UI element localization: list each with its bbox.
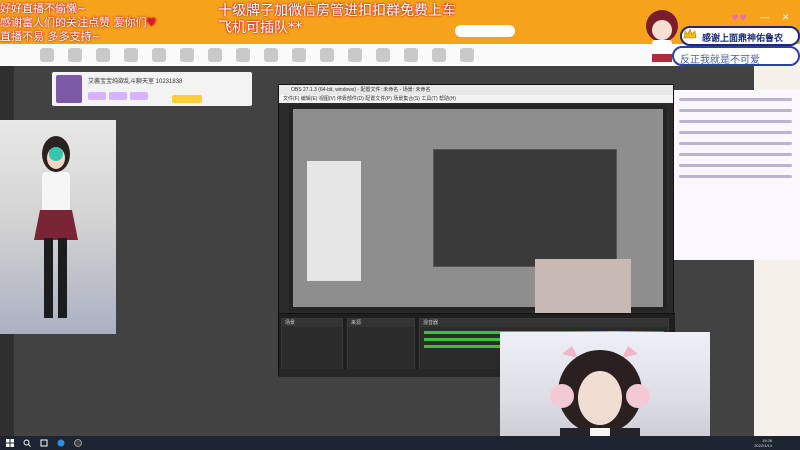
overlay-text-line3: 直播不易 多多支持~ xyxy=(0,30,101,43)
site-search-input[interactable] xyxy=(455,25,515,37)
tag-badge xyxy=(88,92,106,100)
speech-bubble-text: 反正我就是不可爱 xyxy=(680,55,760,66)
chat-line xyxy=(679,142,792,145)
obs-inner-photo xyxy=(307,161,361,281)
chat-line xyxy=(679,153,792,156)
crown-icon xyxy=(683,28,697,39)
obs-nested-capture xyxy=(433,149,617,267)
nav-icon[interactable] xyxy=(236,48,250,62)
tag-badge xyxy=(109,92,127,100)
tag-badge xyxy=(130,92,148,100)
chat-line xyxy=(679,120,792,123)
thanks-badge-text: 感谢上面鼎神佑鲁农 xyxy=(702,33,784,43)
nav-icon[interactable] xyxy=(96,48,110,62)
nav-icon[interactable] xyxy=(320,48,334,62)
chat-line xyxy=(679,175,792,178)
chat-line xyxy=(679,98,792,101)
webcam-overlay xyxy=(500,332,710,450)
nav-icon[interactable] xyxy=(152,48,166,62)
chat-line xyxy=(679,109,792,112)
taskbar-clock[interactable]: 19:28 2022/1/14 xyxy=(754,438,772,448)
windows-taskbar: 19:28 2022/1/14 xyxy=(0,436,800,450)
nav-icon[interactable] xyxy=(208,48,222,62)
obs-app-icon[interactable] xyxy=(74,439,82,447)
chat-line xyxy=(679,131,792,134)
girl-photo-figure xyxy=(34,136,78,318)
overlay-text-line5: 飞机可插队** xyxy=(218,20,302,36)
obs-recursive-capture xyxy=(293,109,663,315)
webcam-girl-figure xyxy=(550,346,650,450)
nav-icon[interactable] xyxy=(376,48,390,62)
nav-icon[interactable] xyxy=(404,48,418,62)
nav-icon[interactable] xyxy=(460,48,474,62)
audio-mixer-title: 混音器 xyxy=(420,319,668,327)
follow-button[interactable] xyxy=(172,95,202,103)
obs-nested-webcam xyxy=(535,259,631,315)
taskbar-date: 2022/1/14 xyxy=(754,443,772,448)
scenes-dock[interactable]: 场景 xyxy=(281,318,343,372)
thanks-badge: 感谢上面鼎神佑鲁农 xyxy=(680,26,800,46)
edge-browser-icon[interactable] xyxy=(57,439,65,447)
search-icon[interactable] xyxy=(23,439,31,447)
windows-start-icon[interactable] xyxy=(6,439,14,447)
task-view-icon[interactable] xyxy=(40,439,48,447)
streamer-info-card: 艾酱宝宝纯欲乱斗聊天室 10231838 xyxy=(52,72,252,106)
sources-dock-title: 来源 xyxy=(348,319,414,327)
nav-icon[interactable] xyxy=(432,48,446,62)
streamer-tags xyxy=(88,92,148,100)
chat-panel xyxy=(670,90,800,260)
nav-icon[interactable] xyxy=(292,48,306,62)
streamer-title: 艾酱宝宝纯欲乱斗聊天室 10231838 xyxy=(88,79,183,85)
nav-icon[interactable] xyxy=(348,48,362,62)
chat-line xyxy=(679,164,792,167)
nav-icon[interactable] xyxy=(124,48,138,62)
pink-heart-eyes-icon xyxy=(732,14,746,21)
scenes-dock-title: 场景 xyxy=(282,319,342,327)
obs-preview xyxy=(289,105,667,315)
obs-title-bar: OBS 27.1.3 (64-bit, windows) - 配置文件: 未命名… xyxy=(279,85,673,95)
nav-icon[interactable] xyxy=(264,48,278,62)
sources-dock[interactable]: 来源 xyxy=(347,318,415,372)
photo-panel-left xyxy=(0,120,116,334)
obs-menu-bar[interactable]: 文件(F) 编辑(E) 视图(V) 停靠部件(D) 配置文件(P) 场景集合(S… xyxy=(279,95,673,103)
nav-icon[interactable] xyxy=(40,48,54,62)
minimize-button[interactable]: — xyxy=(760,12,769,22)
nav-icon[interactable] xyxy=(180,48,194,62)
streamer-avatar[interactable] xyxy=(56,75,82,103)
speech-bubble: 反正我就是不可爱 xyxy=(672,46,800,66)
nav-icon[interactable] xyxy=(68,48,82,62)
close-button[interactable]: ✕ xyxy=(782,12,790,23)
heart-icon: ♥ xyxy=(146,16,157,29)
